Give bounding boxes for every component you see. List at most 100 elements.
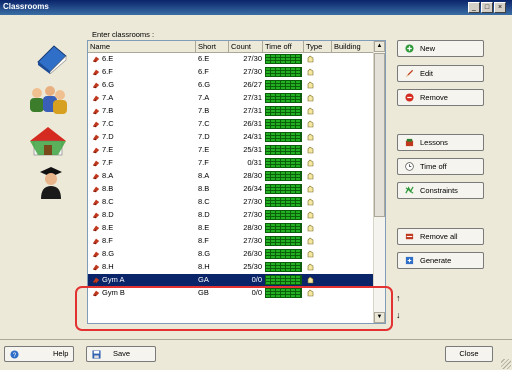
column-short[interactable]: Short	[196, 41, 229, 52]
minimize-button[interactable]: _	[468, 2, 480, 13]
time-off-grid[interactable]	[265, 93, 302, 103]
lessons-button[interactable]: Lessons	[397, 134, 484, 151]
generate-button-label: Generate	[420, 256, 452, 265]
graduate-icon	[40, 167, 62, 199]
table-row[interactable]: 8.E 8.E 28/30	[88, 222, 375, 234]
time-off-grid[interactable]	[265, 275, 302, 285]
row-name: 8.H	[90, 261, 190, 273]
time-off-grid[interactable]	[265, 184, 302, 194]
column-name[interactable]: Name	[88, 41, 196, 52]
table-row[interactable]: 7.F 7.F 0/31	[88, 157, 375, 169]
row-name: 8.B	[90, 183, 190, 195]
list-scrollbar[interactable]: ▲ ▼	[373, 41, 385, 323]
type-icon	[307, 120, 314, 128]
time-off-grid[interactable]	[265, 80, 302, 90]
save-button[interactable]: Save	[86, 346, 156, 362]
table-row[interactable]: 8.A 8.A 28/30	[88, 170, 375, 182]
row-count: 26/34	[243, 184, 262, 193]
row-name: 8.F	[90, 235, 190, 247]
table-row[interactable]: Gym A GA 0/0	[88, 274, 375, 286]
edit-button[interactable]: Edit	[397, 65, 484, 82]
type-icon	[307, 237, 314, 245]
highlight-outline	[75, 286, 393, 331]
new-button[interactable]: New	[397, 40, 484, 57]
table-row[interactable]: 7.E 7.E 25/31	[88, 144, 375, 156]
resize-grip[interactable]	[501, 359, 511, 369]
row-short: 7.F	[198, 158, 209, 167]
time-off-grid[interactable]	[265, 223, 302, 233]
time-off-grid[interactable]	[265, 249, 302, 259]
constraints-button[interactable]: Constraints	[397, 182, 484, 199]
move-down-arrow[interactable]: ↓	[396, 310, 401, 320]
classroom-icon	[92, 134, 100, 141]
classroom-icon	[92, 277, 100, 284]
window-title: Classrooms	[3, 2, 49, 11]
row-name: 7.D	[90, 131, 190, 143]
row-count: 26/30	[243, 249, 262, 258]
remove-button[interactable]: Remove	[397, 89, 484, 106]
time-off-grid[interactable]	[265, 171, 302, 181]
column-time-off[interactable]: Time off	[263, 41, 304, 52]
row-short: GA	[198, 275, 209, 284]
close-window-button[interactable]: ×	[494, 2, 506, 13]
table-row[interactable]: 6.E 6.E 27/30	[88, 53, 375, 65]
classroom-icon	[92, 225, 100, 232]
time-off-button-label: Time off	[420, 162, 447, 171]
time-off-grid[interactable]	[265, 262, 302, 272]
row-name: 8.C	[90, 196, 190, 208]
table-row[interactable]: 8.C 8.C 27/30	[88, 196, 375, 208]
table-row[interactable]: 6.G 6.G 26/27	[88, 79, 375, 91]
column-count[interactable]: Count	[229, 41, 263, 52]
remove-all-button[interactable]: Remove all	[397, 228, 484, 245]
time-off-grid[interactable]	[265, 106, 302, 116]
maximize-button[interactable]: □	[481, 2, 493, 13]
time-off-grid[interactable]	[265, 158, 302, 168]
column-building[interactable]: Building	[332, 41, 375, 52]
table-row[interactable]: 8.F 8.F 27/30	[88, 235, 375, 247]
row-short: 8.B	[198, 184, 210, 193]
remove-all-button-label: Remove all	[420, 232, 458, 241]
table-row[interactable]: 7.A 7.A 27/31	[88, 92, 375, 104]
row-name: 7.A	[90, 92, 190, 104]
help-button[interactable]: ? Help	[4, 346, 74, 362]
row-short: 6.F	[198, 67, 209, 76]
classroom-list[interactable]: Name Short Count Time off Type Building …	[87, 40, 386, 324]
scroll-up-arrow[interactable]: ▲	[374, 41, 385, 52]
time-off-grid[interactable]	[265, 145, 302, 155]
table-row[interactable]: 8.B 8.B 26/34	[88, 183, 375, 195]
new-button-label: New	[420, 44, 436, 53]
classroom-icon	[92, 186, 100, 193]
constraints-button-label: Constraints	[420, 186, 458, 195]
row-short: 6.E	[198, 54, 210, 63]
row-short: 7.C	[198, 119, 210, 128]
row-count: 28/30	[243, 171, 262, 180]
time-off-grid[interactable]	[265, 132, 302, 142]
time-off-grid[interactable]	[265, 236, 302, 246]
time-off-grid[interactable]	[265, 119, 302, 129]
classroom-icon	[92, 199, 100, 206]
time-off-grid[interactable]	[265, 197, 302, 207]
table-row[interactable]: 8.D 8.D 27/30	[88, 209, 375, 221]
table-row[interactable]: 7.C 7.C 26/31	[88, 118, 375, 130]
generate-button[interactable]: Generate	[397, 252, 484, 269]
time-off-grid[interactable]	[265, 67, 302, 77]
table-row[interactable]: 8.G 8.G 26/30	[88, 248, 375, 260]
move-up-arrow[interactable]: ↑	[396, 293, 401, 303]
time-off-grid[interactable]	[265, 54, 302, 64]
table-row[interactable]: 8.H 8.H 25/30	[88, 261, 375, 273]
close-button[interactable]: Close	[445, 346, 493, 362]
table-row[interactable]: 6.F 6.F 27/30	[88, 66, 375, 78]
time-off-grid[interactable]	[265, 210, 302, 220]
type-icon	[307, 172, 314, 180]
table-row[interactable]: 7.D 7.D 24/31	[88, 131, 375, 143]
row-name: 8.E	[90, 222, 190, 234]
type-icon	[307, 133, 314, 141]
title-bar: Classrooms _ □ ×	[0, 0, 512, 15]
people-icon	[30, 86, 67, 114]
row-count: 27/30	[243, 197, 262, 206]
time-off-button[interactable]: Time off	[397, 158, 484, 175]
clock-icon	[405, 162, 414, 171]
column-type[interactable]: Type	[304, 41, 332, 52]
table-row[interactable]: 7.B 7.B 27/31	[88, 105, 375, 117]
scroll-thumb[interactable]	[374, 53, 385, 217]
